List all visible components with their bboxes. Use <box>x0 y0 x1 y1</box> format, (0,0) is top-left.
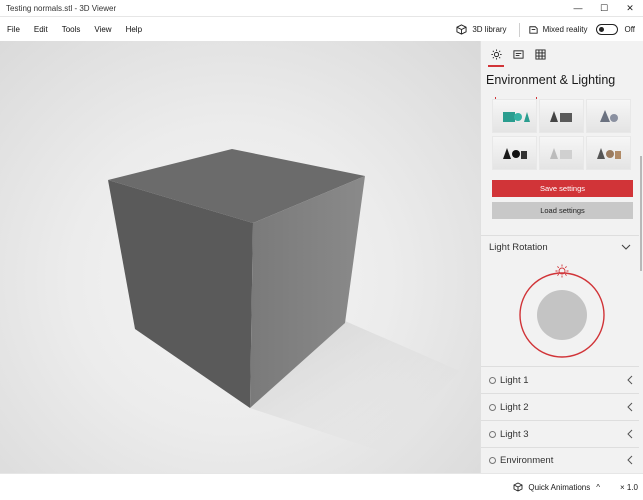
chevron-left-icon[interactable] <box>627 455 633 465</box>
light-2-row[interactable]: Light 2 <box>481 394 639 420</box>
menu-edit[interactable]: Edit <box>27 25 55 34</box>
caret-up-icon[interactable]: ^ <box>596 483 600 492</box>
preset-shapes-icon <box>599 110 618 122</box>
light-1-row[interactable]: Light 1 <box>481 367 639 393</box>
menu-file[interactable]: File <box>0 25 27 34</box>
maximize-button[interactable]: ☐ <box>591 0 617 17</box>
radio-icon[interactable] <box>489 456 496 464</box>
preset-light-gray-shapes[interactable] <box>539 136 584 170</box>
animation-speed[interactable]: × 1.0 <box>620 483 638 492</box>
environment-row[interactable]: Environment <box>481 447 639 473</box>
save-settings-button[interactable]: Save settings <box>492 180 633 197</box>
tab-grid[interactable] <box>529 43 551 65</box>
tab-environment[interactable] <box>485 43 507 67</box>
preset-shapes-icon <box>549 148 572 159</box>
close-button[interactable]: ✕ <box>617 0 643 17</box>
3d-library-button[interactable]: 3D library <box>456 24 507 35</box>
quick-animations-button[interactable]: Quick Animations ^ <box>512 481 610 493</box>
preset-shapes-icon <box>502 112 530 122</box>
preset-teal-shapes[interactable] <box>492 99 537 133</box>
light-rotation-title: Light Rotation <box>489 242 548 253</box>
tab-stats[interactable] <box>507 43 529 65</box>
preset-black-shapes[interactable] <box>492 136 537 170</box>
environment-label: Environment <box>500 454 554 466</box>
grid-icon <box>534 48 546 60</box>
light-rotation-knob <box>537 290 587 340</box>
chevron-left-icon[interactable] <box>627 429 633 439</box>
load-settings-button[interactable]: Load settings <box>492 202 633 219</box>
preset-shapes-icon <box>549 111 572 122</box>
radio-icon[interactable] <box>489 403 496 411</box>
light-1-label: Light 1 <box>500 374 529 386</box>
light-2-label: Light 2 <box>500 401 529 413</box>
preset-shapes-icon <box>502 148 527 159</box>
light-3-row[interactable]: Light 3 <box>481 421 639 447</box>
preset-dark-gray-shapes[interactable] <box>539 99 584 133</box>
menu-help[interactable]: Help <box>119 25 149 34</box>
environment-presets <box>492 99 632 170</box>
sun-icon <box>490 48 502 60</box>
cube-scene <box>108 149 460 451</box>
chevron-left-icon[interactable] <box>627 402 633 412</box>
mixed-reality-icon <box>528 26 538 34</box>
mixed-reality-button[interactable]: Mixed reality <box>528 24 588 35</box>
chevron-left-icon[interactable] <box>627 375 633 385</box>
panel-scrollbar[interactable] <box>640 156 642 271</box>
chevron-down-icon[interactable] <box>621 243 631 251</box>
cube-icon <box>456 24 467 35</box>
menu-separator <box>518 22 520 37</box>
section-divider <box>481 235 639 236</box>
window-title: Testing normals.stl - 3D Viewer <box>6 3 117 13</box>
panel-tabs <box>481 41 643 67</box>
title-bar: Testing normals.stl - 3D Viewer — ☐ ✕ <box>0 0 643 17</box>
light-sun-icon <box>555 264 569 278</box>
animation-icon <box>513 481 523 492</box>
mixed-reality-label: Mixed reality <box>542 25 588 34</box>
mixed-reality-toggle[interactable] <box>596 24 619 35</box>
3d-library-label: 3D library <box>472 25 507 34</box>
light-rotation-dial[interactable] <box>517 264 607 358</box>
stats-icon <box>512 49 524 59</box>
panel-title: Environment & Lighting <box>486 73 616 87</box>
menu-tools[interactable]: Tools <box>55 25 88 34</box>
preset-bronze-shapes[interactable] <box>586 136 631 170</box>
preset-blue-gray-shapes[interactable] <box>586 99 631 133</box>
radio-icon[interactable] <box>489 376 496 384</box>
menu-view[interactable]: View <box>87 25 118 34</box>
menu-bar: File Edit Tools View Help 3D library Mix… <box>0 18 643 41</box>
quick-animations-label: Quick Animations <box>528 482 591 492</box>
minimize-button[interactable]: — <box>565 0 591 17</box>
3d-viewport[interactable] <box>0 41 480 473</box>
radio-icon[interactable] <box>489 430 496 438</box>
status-bar: Quick Animations ^ × 1.0 <box>0 473 643 500</box>
toggle-state-label: Off <box>624 25 635 34</box>
light-3-label: Light 3 <box>500 428 529 440</box>
preset-shapes-icon <box>596 148 621 159</box>
environment-panel: Environment & Lighting Save settings Loa… <box>480 41 643 473</box>
